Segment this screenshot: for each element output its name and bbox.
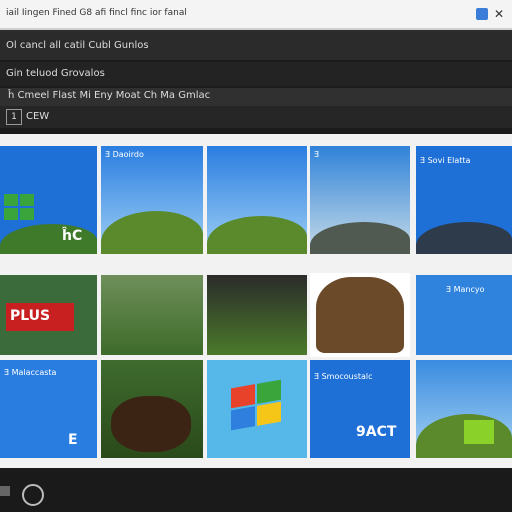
bottom-bar <box>0 472 512 512</box>
toolbar-row-2-label: Gin teluod Grovalos <box>6 68 105 79</box>
thumbnail-tile[interactable]: Ǝ <box>310 146 410 254</box>
title-bar: iail Iingen Fined G8 afi fincl finc ior … <box>0 0 512 30</box>
tile-caption: Ǝ Malaccasta <box>4 368 57 377</box>
hill-graphic <box>0 223 97 254</box>
bison-graphic <box>111 396 191 452</box>
toolbar-row-2[interactable]: Gin teluod Grovalos <box>0 62 512 86</box>
toolbar-row-1-label: Ol cancl all catil Cubl Gunlos <box>6 40 149 51</box>
thumbnail-tile[interactable]: PLUS <box>0 275 97 355</box>
tile-label: ĥC <box>62 228 83 244</box>
hill-graphic <box>207 216 307 254</box>
thumbnail-tile[interactable] <box>416 360 512 458</box>
tile-caption: Ǝ Smocoustalc <box>314 372 373 381</box>
thumbnail-tile[interactable]: Ǝ Mancyo <box>416 275 512 355</box>
windows-logo-icon <box>231 379 281 431</box>
toolbar-row-3-label: ĥ Cmeel Flast Mi Eny Moat Ch Ma Gmlac <box>8 90 211 101</box>
toolbar-row-1[interactable]: Ol cancl all catil Cubl Gunlos <box>0 30 512 60</box>
tile-label: E <box>68 432 78 448</box>
hill-graphic <box>101 210 203 254</box>
app-icon[interactable] <box>476 8 488 20</box>
thumbnail-tile[interactable] <box>207 360 307 458</box>
thumbnail-tile[interactable]: Ǝ Malaccasta E <box>0 360 97 458</box>
tile-caption: Ǝ Mancyo <box>446 285 485 294</box>
thumbnail-tile[interactable]: Ǝ Sovi Elatta <box>416 146 512 254</box>
thumbnail-tile[interactable]: ĥC <box>0 146 97 254</box>
checkbox[interactable]: 1 <box>6 109 22 125</box>
window-title: iail Iingen Fined G8 afi fincl finc ior … <box>6 8 187 18</box>
thumbnail-tile[interactable] <box>207 275 307 355</box>
toolbar-row-4[interactable]: 1 CEW <box>0 106 512 128</box>
tile-label: 9ACT <box>356 424 397 440</box>
hill-graphic <box>416 221 512 254</box>
tile-caption: Ǝ <box>314 150 320 159</box>
close-icon[interactable]: ✕ <box>494 8 506 20</box>
hill-graphic <box>310 221 410 254</box>
thumbnail-tile[interactable] <box>207 146 307 254</box>
tile-caption: Ǝ Sovi Elatta <box>420 156 471 165</box>
thumbnail-tile[interactable]: Ǝ Smocoustalc 9ACT <box>310 360 410 458</box>
portrait-face <box>316 277 404 353</box>
tile-caption: Ǝ Daoirdo <box>105 150 144 159</box>
thumbnail-tile[interactable] <box>101 360 203 458</box>
windows-logo-icon <box>4 194 34 220</box>
toolbar-row-3[interactable]: ĥ Cmeel Flast Mi Eny Moat Ch Ma Gmlac <box>0 88 512 106</box>
refresh-icon[interactable] <box>22 484 44 506</box>
green-square <box>464 420 494 444</box>
thumbnail-tile[interactable]: Ǝ Daoirdo <box>101 146 203 254</box>
menu-icon[interactable] <box>0 486 10 496</box>
tile-label: PLUS <box>10 308 51 324</box>
toolbar-row-4-label: CEW <box>26 111 50 122</box>
thumbnail-tile[interactable] <box>101 275 203 355</box>
thumbnail-tile[interactable] <box>310 273 410 357</box>
